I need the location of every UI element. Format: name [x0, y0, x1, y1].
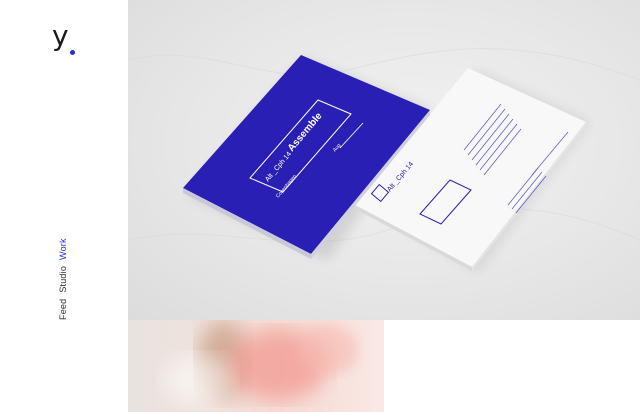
sidebar: y Feed Studio Work: [0, 0, 128, 412]
blurred-photo: [163, 320, 358, 405]
vertical-nav: Feed Studio Work: [58, 238, 68, 320]
nav-item-work[interactable]: Work: [58, 238, 68, 260]
project-thumbnail[interactable]: [128, 320, 384, 412]
business-cards-illustration: Alt _Cph 14 Alt _Cph 14 Assemble Copenha…: [128, 48, 640, 272]
hero-project-image[interactable]: Alt _Cph 14 Alt _Cph 14 Assemble Copenha…: [128, 0, 640, 320]
logo-dot: [70, 50, 75, 55]
logo-letter: y: [52, 19, 69, 52]
thumbnail-empty-area: [384, 320, 640, 412]
nav-item-feed[interactable]: Feed: [58, 299, 68, 320]
nav-item-studio[interactable]: Studio: [58, 266, 68, 293]
site-logo[interactable]: y: [52, 22, 82, 58]
